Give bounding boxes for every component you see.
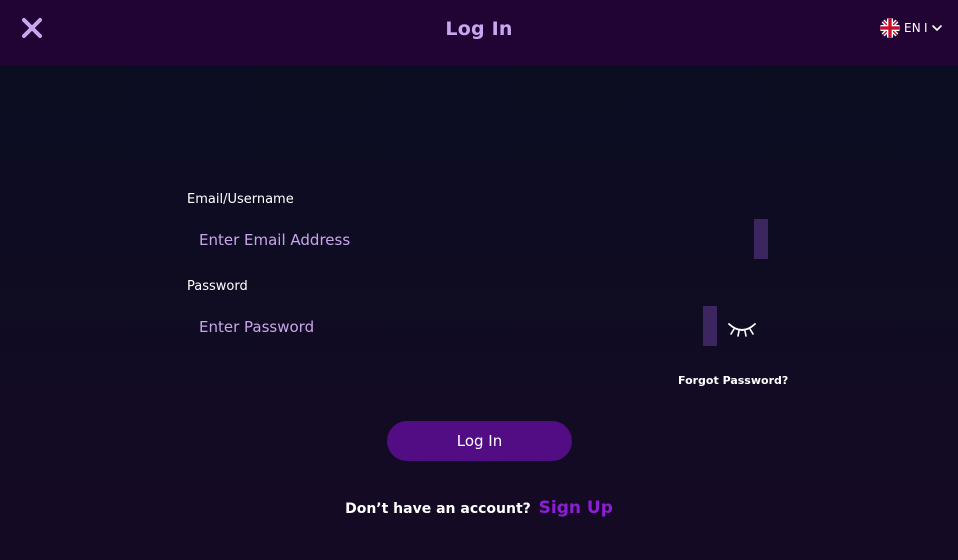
eye-closed-icon[interactable] (726, 316, 758, 340)
signup-prompt-row: Don’t have an account? Sign Up (0, 498, 958, 518)
email-field-edge (754, 219, 768, 259)
password-field-edge (703, 306, 717, 346)
login-button[interactable]: Log In (387, 421, 572, 461)
email-label: Email/Username (187, 192, 294, 207)
language-selector[interactable]: EN I (880, 18, 943, 38)
page-title: Log In (445, 18, 513, 40)
language-code: EN (904, 21, 921, 35)
header-bar: Log In EN I (0, 0, 958, 65)
uk-flag-icon (880, 18, 900, 38)
forgot-password-link[interactable]: Forgot Password? (678, 374, 788, 387)
email-input[interactable] (187, 222, 747, 258)
language-separator: I (923, 21, 928, 35)
signup-link[interactable]: Sign Up (539, 498, 613, 518)
signup-prompt-text: Don’t have an account? (345, 501, 531, 517)
password-input[interactable] (187, 309, 697, 345)
password-label: Password (187, 279, 248, 294)
chevron-down-icon (931, 25, 942, 31)
